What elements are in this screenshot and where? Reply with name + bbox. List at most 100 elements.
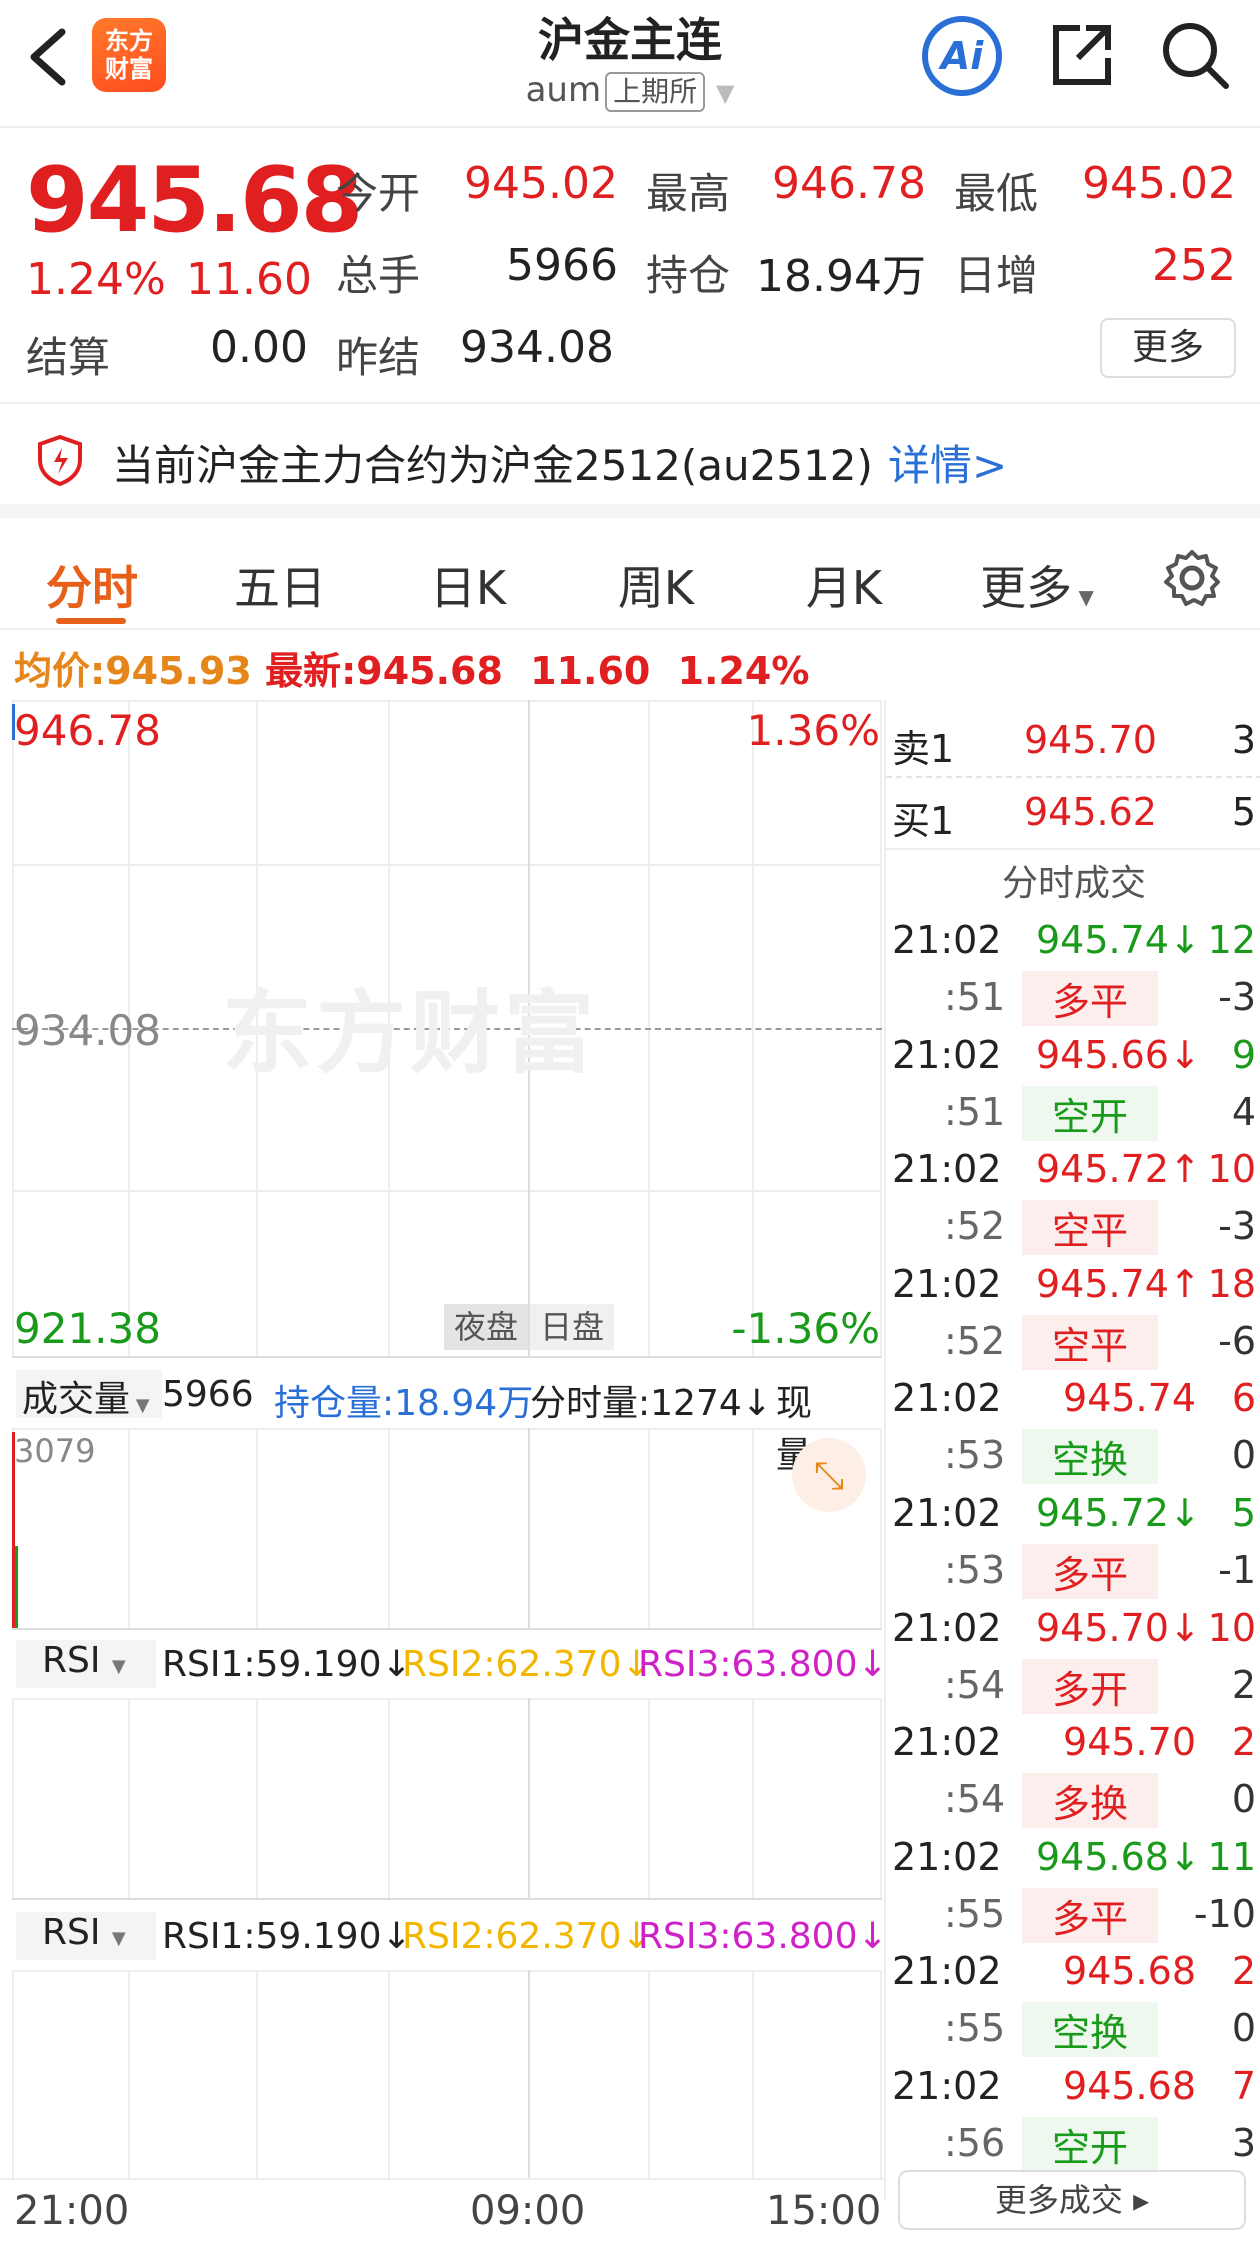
rsi-header: RSI ▼ RSI1:59.190↓ RSI2:62.370↓ RSI3:63.… bbox=[12, 1636, 888, 1692]
notice-bar[interactable]: 当前沪金主力合约为沪金2512(au2512) 详情> bbox=[0, 402, 1260, 518]
tick-second: :56 bbox=[944, 2121, 1006, 2165]
expand-icon[interactable]: ⤡ bbox=[792, 1438, 866, 1512]
tab-daily-k[interactable]: 日K bbox=[398, 552, 538, 618]
tick-oi-change: 4 bbox=[1231, 1089, 1256, 1134]
app-logo: 东方 财富 bbox=[92, 18, 166, 92]
volume-value: 5966 bbox=[506, 240, 618, 291]
grid-line bbox=[128, 1970, 130, 2178]
grid-line bbox=[880, 1428, 882, 1628]
daily-inc-value: 252 bbox=[1152, 240, 1236, 291]
tick-second: :51 bbox=[944, 1089, 1006, 1134]
tick-volume: 10 bbox=[1207, 1147, 1256, 1192]
ask-label: 卖1 bbox=[892, 727, 955, 771]
tab-more[interactable]: 更多 ▼ bbox=[962, 552, 1112, 618]
ai-button[interactable]: Ai bbox=[922, 16, 1002, 96]
tick-time: 21:02 bbox=[892, 1834, 1002, 1879]
grid-line bbox=[752, 1428, 754, 1628]
page-title: 沪金主连 bbox=[538, 13, 722, 67]
grid-line bbox=[388, 1970, 390, 2178]
tick-second: :55 bbox=[944, 2006, 1006, 2051]
notice-detail-link[interactable]: 详情> bbox=[888, 432, 1007, 493]
rsi-select[interactable]: RSI ▼ bbox=[16, 1640, 156, 1688]
tick-type: 多开 bbox=[1022, 1658, 1158, 1714]
chart-high-pct: 1.36% bbox=[746, 706, 880, 755]
tab-five-day[interactable]: 五日 bbox=[210, 552, 350, 618]
tab-monthly-k[interactable]: 月K bbox=[774, 552, 914, 618]
grid-line bbox=[648, 1698, 650, 1898]
rsi-select[interactable]: RSI ▼ bbox=[16, 1912, 156, 1960]
tick-time: 21:02 bbox=[892, 1376, 1002, 1421]
tick-price: 945.74↑ bbox=[1036, 1261, 1201, 1306]
time-axis-start: 21:00 bbox=[14, 2188, 130, 2234]
more-quote-button[interactable]: 更多 bbox=[1100, 318, 1236, 378]
tick-oi-change: 0 bbox=[1231, 1777, 1256, 1822]
back-button[interactable] bbox=[22, 22, 82, 92]
tick-price: 945.70 bbox=[1063, 1720, 1196, 1765]
change-value: 11.60 bbox=[186, 254, 312, 305]
volume-select-label: 成交量 bbox=[22, 1379, 131, 1420]
volume-label: 总手 bbox=[336, 251, 421, 300]
tick-price: 945.68 bbox=[1063, 1949, 1196, 1994]
tab-indicator bbox=[56, 618, 126, 624]
exchange-badge: 上期所 bbox=[605, 72, 706, 112]
tick-second: :53 bbox=[944, 1433, 1006, 1478]
settle-label: 结算 bbox=[26, 333, 111, 382]
tick-price: 945.74 bbox=[1063, 1376, 1196, 1421]
prev-settle-label: 昨结 bbox=[336, 333, 421, 382]
tick-second: :51 bbox=[944, 975, 1006, 1019]
tick-time: 21:02 bbox=[892, 1261, 1002, 1306]
tick-second: :54 bbox=[944, 1777, 1006, 1822]
tick-price: 945.70↓ bbox=[1036, 1605, 1201, 1650]
shield-icon bbox=[36, 434, 84, 490]
tick-oi-change: -10 bbox=[1193, 1891, 1256, 1936]
grid-line bbox=[256, 1698, 258, 1898]
tick-subrow: :55 多平 -10 bbox=[886, 1884, 1260, 1943]
tick-row: 21:02 945.66↓ 9 bbox=[886, 1025, 1260, 1082]
last-price: 945.68 bbox=[26, 148, 363, 253]
grid-line bbox=[648, 1970, 650, 2178]
tick-volume: 2 bbox=[1231, 1720, 1256, 1765]
share-icon[interactable] bbox=[1046, 20, 1116, 90]
grid-line bbox=[12, 1356, 882, 1358]
volume-max: 3079 bbox=[14, 1432, 96, 1470]
tick-oi-change: -3 bbox=[1218, 975, 1256, 1019]
night-session-label: 夜盘 bbox=[444, 1304, 528, 1350]
search-icon[interactable] bbox=[1158, 18, 1232, 92]
rsi1-value: RSI1:59.190↓ bbox=[162, 1644, 412, 1685]
tick-volume: 11 bbox=[1207, 1834, 1256, 1879]
tick-volume: 2 bbox=[1231, 1949, 1256, 1994]
rsi2-value: RSI2:62.370↓ bbox=[402, 1916, 652, 1957]
gear-icon[interactable] bbox=[1162, 548, 1222, 612]
tick-volume: 12 bbox=[1207, 918, 1256, 962]
daily-inc-label: 日增 bbox=[954, 251, 1039, 300]
tick-time: 21:02 bbox=[892, 1147, 1002, 1192]
tick-subrow: :54 多开 2 bbox=[886, 1655, 1260, 1714]
dropdown-icon[interactable]: ▼ bbox=[716, 79, 734, 107]
tick-row: 21:02 945.74↓ 12 bbox=[886, 910, 1260, 967]
tick-price: 945.68 bbox=[1063, 2064, 1196, 2108]
grid-line bbox=[752, 1970, 754, 2178]
tick-oi-change: 0 bbox=[1231, 2006, 1256, 2051]
tick-subrow: :51 多平 -3 bbox=[886, 967, 1260, 1026]
more-trades-button[interactable]: 更多成交 ▸ bbox=[898, 2170, 1246, 2230]
chart-low-price: 921.38 bbox=[14, 1304, 161, 1353]
contract-symbol: aum bbox=[525, 70, 602, 110]
tick-subrow: :56 空开 3 bbox=[886, 2113, 1260, 2172]
last-change: 11.60 bbox=[530, 649, 651, 693]
tick-type: 空换 bbox=[1022, 2002, 1158, 2058]
tab-intraday[interactable]: 分时 bbox=[22, 552, 162, 618]
volume-select[interactable]: 成交量 ▼ bbox=[16, 1370, 162, 1420]
tick-row: 21:02 945.74↑ 18 bbox=[886, 1254, 1260, 1311]
grid-line bbox=[880, 1970, 882, 2178]
tick-time: 21:02 bbox=[892, 1720, 1002, 1765]
tab-more-label: 更多 bbox=[980, 561, 1073, 615]
avg-value: 945.93 bbox=[105, 649, 252, 693]
notice-text: 当前沪金主力合约为沪金2512(au2512) bbox=[112, 441, 873, 490]
tick-volume: 7 bbox=[1231, 2064, 1256, 2108]
intraday-chart[interactable]: 东方财富 946.78 1.36% 934.08 921.38 -1.36% 夜… bbox=[12, 700, 888, 2180]
more-trades-label: 更多成交 bbox=[994, 2181, 1123, 2219]
tab-weekly-k[interactable]: 周K bbox=[586, 552, 726, 618]
tick-second: :54 bbox=[944, 1662, 1006, 1707]
rsi-header: RSI ▼ RSI1:59.190↓ RSI2:62.370↓ RSI3:63.… bbox=[12, 1908, 888, 1964]
prev-settle-value: 934.08 bbox=[460, 322, 614, 373]
